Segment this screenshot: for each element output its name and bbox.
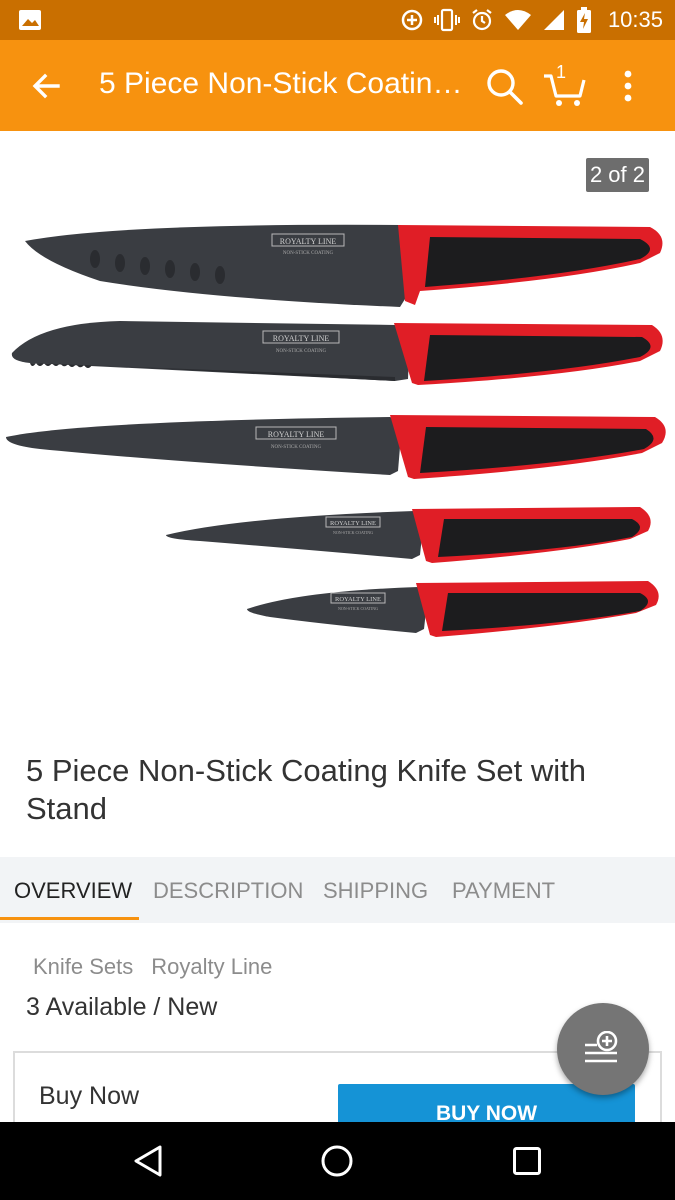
app-bar: 5 Piece Non-Stick Coating Knife Set with… xyxy=(0,40,675,131)
tag-knife-sets[interactable]: Knife Sets xyxy=(33,954,133,980)
chef-knife: ROYALTY LINE NON-STICK COATING xyxy=(25,224,663,307)
back-arrow-icon[interactable] xyxy=(28,68,64,104)
app-bar-title: 5 Piece Non-Stick Coating Knife Set with… xyxy=(99,67,469,100)
image-icon xyxy=(19,10,41,30)
tab-payment[interactable]: PAYMENT xyxy=(452,878,555,904)
cart-count-badge: 1 xyxy=(556,62,567,82)
knife-brand-label: ROYALTY LINE xyxy=(280,237,337,246)
status-time: 10:35 xyxy=(607,7,663,32)
recents-square-icon[interactable] xyxy=(512,1146,542,1176)
signal-icon xyxy=(543,10,564,30)
system-nav-bar xyxy=(0,1122,675,1200)
tag-royalty-line[interactable]: Royalty Line xyxy=(151,954,272,980)
vibrate-icon xyxy=(433,8,460,32)
battery-charging-icon xyxy=(576,7,591,33)
alarm-icon xyxy=(472,9,492,31)
image-counter: 2 of 2 xyxy=(585,158,649,192)
knife-sub-label: NON-STICK COATING xyxy=(338,606,378,611)
knife-brand-label: ROYALTY LINE xyxy=(273,334,330,343)
bread-knife: ROYALTY LINE NON-STICK COATING xyxy=(11,321,663,385)
availability-text: 3 Available / New xyxy=(26,993,218,1021)
add-to-list-button[interactable] xyxy=(557,1003,649,1095)
product-image-gallery[interactable]: 2 of 2 ROYALTY LINE NON-STICK COATING RO… xyxy=(0,131,675,721)
knife-brand-label: ROYALTY LINE xyxy=(330,520,376,527)
tab-shipping[interactable]: SHIPPING xyxy=(323,878,428,904)
status-bar: 10:35 xyxy=(0,0,675,40)
tab-description[interactable]: DESCRIPTION xyxy=(153,878,303,904)
knife-sub-label: NON-STICK COATING xyxy=(271,445,322,450)
carving-knife: ROYALTY LINE NON-STICK COATING xyxy=(6,415,666,479)
knife-set-image: ROYALTY LINE NON-STICK COATING ROYALTY L… xyxy=(6,224,666,637)
add-to-list-icon xyxy=(585,1031,618,1063)
data-saver-icon xyxy=(401,9,423,31)
search-icon[interactable] xyxy=(484,66,524,106)
status-icons: 10:35 xyxy=(400,6,663,34)
product-title: 5 Piece Non-Stick Coating Knife Set with… xyxy=(26,753,586,826)
buy-now-label: Buy Now xyxy=(39,1082,140,1110)
active-tab-indicator xyxy=(0,917,139,920)
paring-knife: ROYALTY LINE NON-STICK COATING xyxy=(247,581,659,637)
knife-sub-label: NON-STICK COATING xyxy=(283,251,334,256)
more-vert-icon[interactable] xyxy=(616,68,640,104)
knife-brand-label: ROYALTY LINE xyxy=(335,596,381,603)
wifi-icon xyxy=(504,10,531,30)
knife-sub-label: NON-STICK COATING xyxy=(333,530,373,535)
home-circle-icon[interactable] xyxy=(320,1144,354,1178)
category-tags: Knife Sets Royalty Line xyxy=(33,954,272,980)
back-triangle-icon[interactable] xyxy=(132,1144,164,1178)
utility-knife: ROYALTY LINE NON-STICK COATING xyxy=(166,507,651,563)
knife-brand-label: ROYALTY LINE xyxy=(268,430,325,439)
tab-bar: OVERVIEW DESCRIPTION SHIPPING PAYMENT xyxy=(0,857,675,923)
knife-sub-label: NON-STICK COATING xyxy=(276,349,327,354)
tab-overview[interactable]: OVERVIEW xyxy=(14,878,132,904)
